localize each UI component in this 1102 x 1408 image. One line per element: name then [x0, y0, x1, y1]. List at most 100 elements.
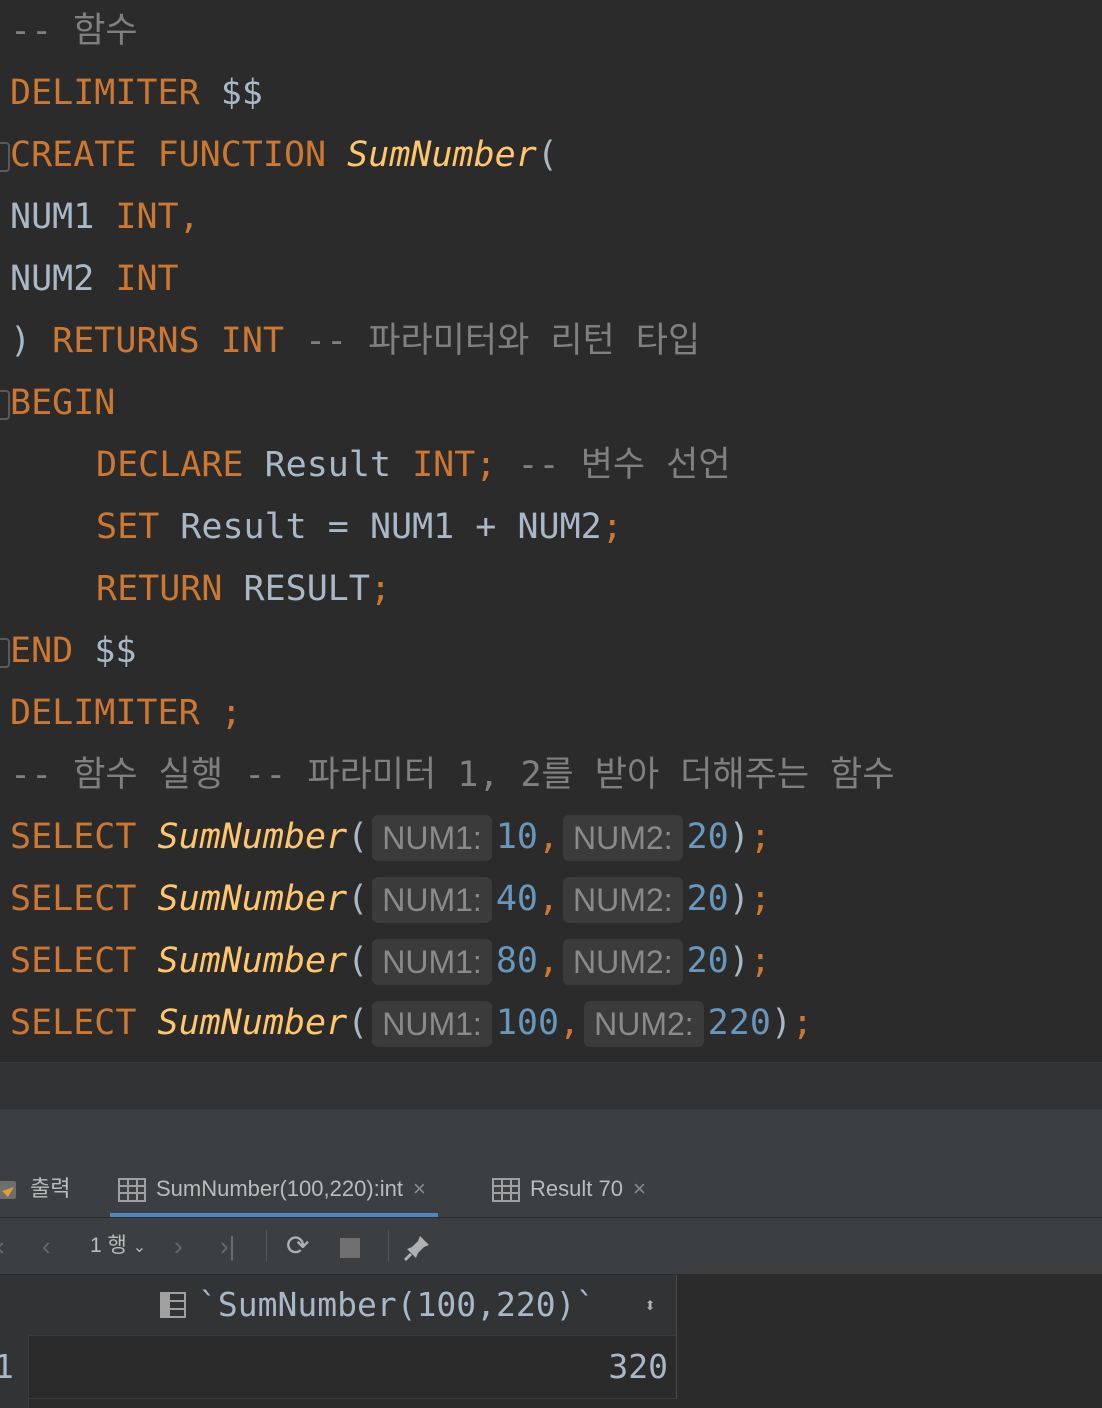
number-literal: 20	[686, 817, 729, 857]
code-line-select-call: SELECT SumNumber(NUM1: 100, NUM2: 220);	[10, 992, 813, 1054]
number-literal: 100	[495, 1003, 560, 1043]
function-name: SumNumber	[157, 941, 348, 981]
row-count-label: 1 행	[90, 1234, 127, 1257]
code-line-select-call: SELECT SumNumber(NUM1: 10, NUM2: 20);	[10, 806, 771, 868]
parameter-hint: NUM1:	[372, 939, 492, 985]
column-name: `SumNumber(100,220)`	[198, 1285, 596, 1324]
output-icon	[0, 1181, 16, 1200]
stop-icon[interactable]	[340, 1218, 360, 1274]
keyword: INT	[115, 259, 179, 299]
tab-output[interactable]: 출력	[0, 1161, 70, 1217]
keyword: RETURNS	[52, 321, 200, 361]
number-literal: 220	[707, 1003, 771, 1043]
keyword: FUNCTION	[157, 135, 327, 175]
tab-result-sumnumber[interactable]: SumNumber(100,220):int ×	[110, 1161, 438, 1217]
keyword: BEGIN	[10, 383, 116, 423]
panel-splitter[interactable]	[0, 1108, 1102, 1162]
comment-text: -- 파라미터와 리턴 타입	[305, 321, 701, 361]
tab-label: 출력	[30, 1176, 71, 1201]
keyword: END	[10, 631, 74, 671]
comment-text: -- 함수 실행 -- 파라미터 1, 2를 받아 더해주는 함수	[10, 755, 895, 795]
code-line-select-call: SELECT SumNumber(NUM1: 40, NUM2: 20);	[10, 868, 771, 930]
keyword: INT	[220, 321, 284, 361]
code-line-delimiter-reset: DELIMITER ;	[10, 682, 242, 744]
last-page-icon[interactable]: ›|	[220, 1218, 235, 1274]
code-line-delimiter: DELIMITER $$	[10, 62, 263, 124]
parameter-hint: NUM1:	[372, 815, 492, 861]
keyword: SELECT	[10, 1003, 137, 1043]
row-number: 1	[0, 1347, 14, 1386]
function-name: SumNumber	[157, 817, 348, 857]
keyword: SELECT	[10, 941, 137, 981]
refresh-icon[interactable]: ⟳	[286, 1218, 309, 1274]
keyword: DELIMITER ;	[10, 693, 242, 733]
code-line-begin: BEGIN	[10, 372, 115, 434]
previous-page-icon[interactable]: ‹	[42, 1218, 51, 1274]
keyword: RETURN	[96, 569, 223, 609]
semicolon: ;	[601, 507, 623, 547]
keyword: INT;	[412, 445, 497, 485]
fold-marker-icon[interactable]	[0, 390, 10, 420]
delimiter-symbol: $$	[199, 73, 263, 113]
parameter-hint: NUM2:	[563, 939, 683, 985]
close-icon[interactable]: ×	[413, 1176, 426, 1201]
keyword: DECLARE	[96, 445, 244, 485]
code-line-comment: -- 함수	[10, 0, 138, 62]
code-line-create-function: CREATE FUNCTION SumNumber(	[10, 124, 558, 186]
number-literal: 80	[495, 941, 538, 981]
result-grid: `SumNumber(100,220)` ⬍ 1 320	[0, 1275, 1102, 1408]
function-name: SumNumber	[347, 135, 537, 175]
variable-name: Result	[264, 445, 392, 485]
number-literal: 20	[686, 879, 729, 919]
page-size-dropdown[interactable]: 1 행 ⌄	[90, 1218, 146, 1274]
editor-bottom-bar	[0, 1062, 1102, 1109]
parameter-hint: NUM1:	[372, 1001, 492, 1047]
code-line-end: END $$	[10, 620, 136, 682]
code-line-returns: ) RETURNS INT -- 파라미터와 리턴 타입	[10, 310, 700, 372]
comment-text: -- 변수 선언	[517, 445, 731, 485]
comment-text: -- 함수	[10, 11, 138, 51]
keyword: SELECT	[10, 879, 137, 919]
toolbar-divider	[266, 1230, 267, 1262]
paren: (	[536, 135, 558, 175]
code-line-param-1: NUM1 INT,	[10, 186, 200, 248]
semicolon: ;	[369, 569, 392, 609]
param-name: NUM2	[10, 259, 95, 299]
first-page-icon[interactable]: ‹	[0, 1218, 5, 1274]
result-tab-bar: 출력 SumNumber(100,220):int × Result 70 ×	[0, 1161, 1102, 1218]
toolbar-divider	[388, 1230, 389, 1262]
number-literal: 10	[495, 817, 538, 857]
parameter-hint: NUM2:	[563, 877, 683, 923]
column-header[interactable]: `SumNumber(100,220)` ⬍	[28, 1275, 677, 1336]
keyword: DELIMITER	[10, 73, 200, 113]
keyword: SET	[96, 507, 160, 547]
paren: )	[10, 321, 32, 361]
keyword: SELECT	[10, 817, 137, 857]
tab-label: SumNumber(100,220):int	[156, 1176, 404, 1201]
parameter-hint: NUM2:	[584, 1001, 704, 1047]
tab-result-70[interactable]: Result 70 ×	[492, 1161, 646, 1217]
keyword: CREATE	[10, 135, 137, 175]
code-line-set: SET Result = NUM1 + NUM2;	[96, 496, 623, 558]
table-grid-icon	[118, 1178, 146, 1203]
function-name: SumNumber	[157, 879, 348, 919]
result-toolbar: ‹ ‹ 1 행 ⌄ › ›| ⟳	[0, 1218, 1102, 1275]
pin-icon[interactable]	[402, 1218, 432, 1274]
table-grid-icon	[492, 1178, 520, 1203]
table-cell[interactable]: 320	[28, 1336, 677, 1399]
variable-name: RESULT	[243, 569, 370, 609]
sort-icon[interactable]: ⬍	[644, 1275, 656, 1335]
number-literal: 40	[495, 879, 538, 919]
chevron-down-icon: ⌄	[132, 1239, 147, 1256]
number-literal: 20	[686, 941, 729, 981]
code-line-comment-exec: -- 함수 실행 -- 파라미터 1, 2를 받아 더해주는 함수	[10, 744, 895, 806]
next-page-icon[interactable]: ›	[174, 1218, 183, 1274]
sql-editor[interactable]: -- 함수 DELIMITER $$ CREATE FUNCTION SumNu…	[0, 0, 1102, 1062]
code-line-select-call: SELECT SumNumber(NUM1: 80, NUM2: 20);	[10, 930, 771, 992]
code-line-param-2: NUM2 INT	[10, 248, 179, 310]
parameter-hint: NUM2:	[563, 815, 683, 861]
function-name: SumNumber	[157, 1003, 348, 1043]
close-icon[interactable]: ×	[633, 1176, 646, 1201]
fold-marker-icon[interactable]	[0, 638, 10, 668]
fold-marker-icon[interactable]	[0, 142, 10, 172]
